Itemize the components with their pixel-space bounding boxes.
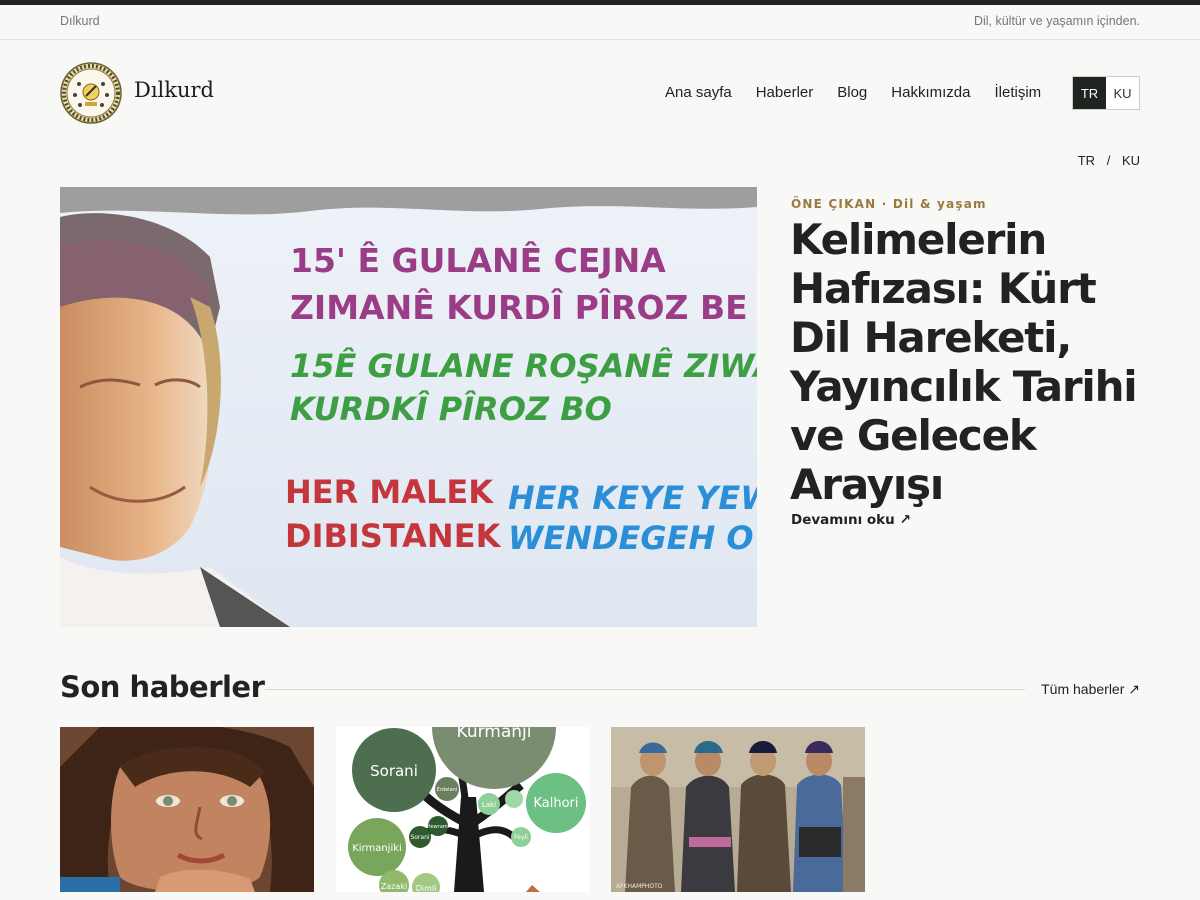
- top-bar: Dılkurd Dil, kültür ve yaşamın içinden.: [0, 5, 1200, 40]
- tree-label-kurmanji: Kurmanji: [457, 727, 532, 742]
- news-card-3-image[interactable]: AFKHAMPHOTO: [611, 727, 865, 892]
- news-card-2-image[interactable]: Kurmanji Sorani Kalhori Kirmanjiki Erdel…: [336, 727, 590, 892]
- banner-line-8: WENDEGEH O: [508, 519, 754, 557]
- section-title-latest-news: Son haberler: [60, 670, 265, 704]
- topbar-tagline: Dil, kültür ve yaşamın içinden.: [973, 14, 1140, 28]
- topbar-brand[interactable]: Dılkurd: [60, 14, 100, 28]
- main-nav: Ana sayfa Haberler Blog Hakkımızda İleti…: [665, 84, 1041, 101]
- nav-contact[interactable]: İletişim: [994, 84, 1041, 101]
- tree-label-hewrami: Hewrami: [427, 824, 449, 830]
- nav-blog[interactable]: Blog: [837, 84, 867, 101]
- news-card-1-image[interactable]: [60, 727, 314, 892]
- site-name[interactable]: Dılkurd: [134, 78, 214, 102]
- tree-label-kalhori: Kalhori: [533, 796, 578, 811]
- lang-button-ku[interactable]: KU: [1106, 77, 1139, 109]
- hero-title[interactable]: Kelimelerin Hafızası: Kürt Dil Hareketi,…: [790, 215, 1140, 509]
- hero-kicker: ÖNE ÇIKAN · Dil & yaşam: [791, 197, 987, 211]
- tree-label-kirmanjiki: Kirmanjiki: [352, 843, 402, 854]
- all-news-link[interactable]: Tüm haberler ↗: [1041, 681, 1140, 698]
- banner-line-5: HER MALEK: [285, 473, 494, 511]
- tree-label-dimli: Dimli: [416, 884, 437, 892]
- banner-line-3: 15Ê GULANE ROŞANÊ ZIWANÊ: [290, 347, 757, 385]
- banner-line-1: 15' Ê GULANÊ CEJNA: [290, 240, 666, 280]
- tree-label-feyli: Feyli: [514, 834, 528, 841]
- nav-news[interactable]: Haberler: [756, 84, 814, 101]
- tree-label-zazaki: Zazaki: [381, 882, 407, 891]
- language-links: TR / KU: [1078, 153, 1140, 168]
- read-more-link[interactable]: Devamını oku ↗: [791, 512, 911, 528]
- banner-line-2: ZIMANÊ KURDÎ PÎROZ BE: [290, 287, 748, 327]
- language-switch: TR KU: [1072, 76, 1140, 110]
- banner-line-7: HER KEYE YEW: [508, 479, 757, 517]
- lang-link-tr[interactable]: TR: [1078, 153, 1095, 168]
- hero-image[interactable]: 15' Ê GULANÊ CEJNA ZIMANÊ KURDÎ PÎROZ BE…: [60, 187, 757, 627]
- lang-button-tr[interactable]: TR: [1073, 77, 1106, 109]
- site-logo[interactable]: [60, 62, 122, 124]
- lang-separator: /: [1106, 153, 1111, 168]
- nav-home[interactable]: Ana sayfa: [665, 84, 732, 101]
- photo-credit: AFKHAMPHOTO: [616, 883, 663, 890]
- banner-line-4: KURDKÎ PÎROZ BO: [290, 390, 612, 428]
- lang-link-ku[interactable]: KU: [1122, 153, 1140, 168]
- tree-label-laki: Laki: [482, 801, 496, 809]
- banner-line-6: DIBISTANEK: [285, 517, 502, 555]
- section-divider: [265, 689, 1025, 690]
- nav-about[interactable]: Hakkımızda: [891, 84, 970, 101]
- tree-label-sorani-small: Sorani: [410, 834, 429, 841]
- tree-label-erdelani: Erdelani: [437, 787, 457, 793]
- tree-label-sorani: Sorani: [370, 762, 418, 780]
